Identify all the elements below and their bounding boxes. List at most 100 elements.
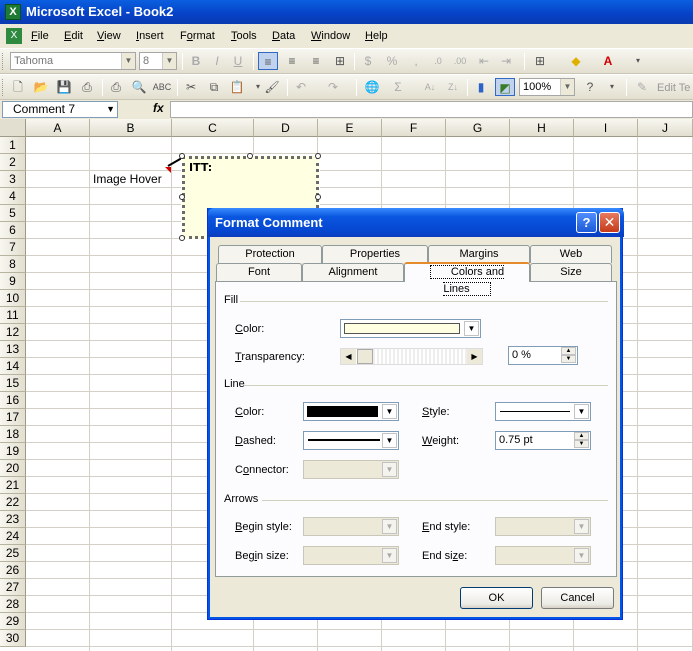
tab-colors-and-lines[interactable]: Colors and Lines (404, 262, 530, 296)
chevron-down-icon[interactable]: ▼ (106, 102, 115, 117)
row-header-27[interactable]: 27 (0, 579, 26, 596)
increase-indent-icon[interactable]: ⇥ (496, 52, 516, 70)
copy-icon[interactable]: ⧉ (204, 78, 224, 96)
increase-decimal-icon[interactable]: .0 (428, 52, 448, 70)
close-icon[interactable]: ✕ (599, 212, 620, 233)
row-header-2[interactable]: 2 (0, 154, 26, 171)
comma-style-icon[interactable]: , (406, 52, 426, 70)
end-size-dropdown[interactable]: ▼ (495, 546, 591, 565)
row-header-28[interactable]: 28 (0, 596, 26, 613)
underline-icon[interactable]: U (228, 52, 248, 70)
row-header-25[interactable]: 25 (0, 545, 26, 562)
permission-icon[interactable]: ⎙ (77, 78, 97, 96)
column-header-f[interactable]: F (382, 119, 446, 137)
chevron-down-icon[interactable]: ▼ (382, 404, 397, 419)
borders-icon[interactable]: ⊞ (530, 52, 550, 70)
row-header-15[interactable]: 15 (0, 375, 26, 392)
row-header-30[interactable]: 30 (0, 630, 26, 647)
merge-center-icon[interactable]: ⊞ (330, 52, 350, 70)
resize-handle[interactable] (315, 194, 321, 200)
toolbar-options-icon[interactable]: ▾ (628, 52, 648, 70)
menu-tools[interactable]: Tools (231, 30, 257, 42)
chevron-down-icon[interactable]: ▼ (121, 53, 135, 69)
menu-insert[interactable]: Insert (136, 30, 164, 42)
cell-b3[interactable]: Image Hover (93, 172, 162, 186)
chevron-down-icon[interactable]: ▼ (382, 548, 397, 563)
menu-help[interactable]: Help (365, 30, 388, 42)
paste-icon[interactable]: 📋 (227, 78, 247, 96)
spin-down-icon[interactable]: ▼ (561, 355, 576, 363)
row-header-10[interactable]: 10 (0, 290, 26, 307)
font-name-combo[interactable]: Tahoma ▼ (10, 52, 136, 70)
row-header-3[interactable]: 3 (0, 171, 26, 188)
end-style-dropdown[interactable]: ▼ (495, 517, 591, 536)
column-header-c[interactable]: C (172, 119, 254, 137)
row-header-20[interactable]: 20 (0, 460, 26, 477)
begin-style-dropdown[interactable]: ▼ (303, 517, 399, 536)
row-header-14[interactable]: 14 (0, 358, 26, 375)
align-left-icon[interactable]: ≡ (258, 52, 278, 70)
fill-color-icon[interactable]: ◆ (566, 52, 586, 70)
line-color-dropdown[interactable]: ▼ (303, 402, 399, 421)
spin-up-icon[interactable]: ▲ (574, 432, 589, 440)
menu-data[interactable]: Data (272, 30, 295, 42)
save-icon[interactable]: 💾 (54, 78, 74, 96)
column-header-e[interactable]: E (318, 119, 382, 137)
format-painter-icon[interactable]: 🖌 (262, 78, 282, 96)
column-header-g[interactable]: G (446, 119, 510, 137)
row-header-11[interactable]: 11 (0, 307, 26, 324)
row-header-18[interactable]: 18 (0, 426, 26, 443)
row-header-21[interactable]: 21 (0, 477, 26, 494)
row-header-13[interactable]: 13 (0, 341, 26, 358)
menu-file[interactable]: File (31, 30, 49, 42)
currency-icon[interactable]: $ (358, 52, 378, 70)
open-icon[interactable]: 📂 (31, 78, 51, 96)
chevron-down-icon[interactable]: ▼ (162, 53, 176, 69)
select-all-corner[interactable] (0, 119, 26, 137)
bold-icon[interactable]: B (186, 52, 206, 70)
chevron-down-icon[interactable]: ▼ (574, 519, 589, 534)
arrow-right-icon[interactable]: ▶ (467, 349, 482, 364)
help-icon[interactable]: ? (580, 78, 600, 96)
chevron-down-icon[interactable]: ▼ (574, 548, 589, 563)
menu-edit[interactable]: Edit (64, 30, 83, 42)
spin-down-icon[interactable]: ▼ (574, 440, 589, 448)
toolbar-grip[interactable] (2, 53, 5, 70)
edit-text-icon[interactable]: ✎ (632, 78, 652, 96)
undo-icon[interactable]: ↶ (291, 78, 311, 96)
tab-properties[interactable]: Properties (322, 245, 428, 263)
column-header-j[interactable]: J (638, 119, 693, 137)
comment-text[interactable]: ITT: (189, 161, 212, 174)
column-header-a[interactable]: A (26, 119, 90, 137)
formula-input[interactable] (170, 101, 693, 118)
ok-button[interactable]: OK (460, 587, 533, 609)
arrow-left-icon[interactable]: ◀ (341, 349, 356, 364)
tab-web[interactable]: Web (530, 245, 612, 263)
row-header-23[interactable]: 23 (0, 511, 26, 528)
row-header-7[interactable]: 7 (0, 239, 26, 256)
chart-wizard-icon[interactable]: ▮ (471, 78, 491, 96)
column-header-i[interactable]: I (574, 119, 638, 137)
row-header-24[interactable]: 24 (0, 528, 26, 545)
decrease-indent-icon[interactable]: ⇤ (474, 52, 494, 70)
drawing-icon[interactable]: ◩ (495, 78, 515, 96)
print-icon[interactable]: ⎙ (106, 78, 126, 96)
row-header-4[interactable]: 4 (0, 188, 26, 205)
menu-format[interactable]: Format (180, 30, 215, 42)
resize-handle[interactable] (315, 153, 321, 159)
transparency-spinner[interactable]: 0 % ▲ ▼ (508, 346, 578, 365)
toolbar-grip[interactable] (2, 79, 5, 96)
autosum-icon[interactable]: Σ (388, 78, 408, 96)
begin-size-dropdown[interactable]: ▼ (303, 546, 399, 565)
chevron-down-icon[interactable]: ▼ (464, 321, 479, 336)
tab-alignment[interactable]: Alignment (302, 263, 404, 281)
row-header-16[interactable]: 16 (0, 392, 26, 409)
chevron-down-icon[interactable]: ▼ (560, 79, 574, 95)
edit-text-label[interactable]: Edit Te (657, 82, 690, 94)
row-header-6[interactable]: 6 (0, 222, 26, 239)
align-center-icon[interactable]: ≡ (282, 52, 302, 70)
row-header-5[interactable]: 5 (0, 205, 26, 222)
spin-up-icon[interactable]: ▲ (561, 347, 576, 355)
dashed-dropdown[interactable]: ▼ (303, 431, 399, 450)
line-style-dropdown[interactable]: ▼ (495, 402, 591, 421)
